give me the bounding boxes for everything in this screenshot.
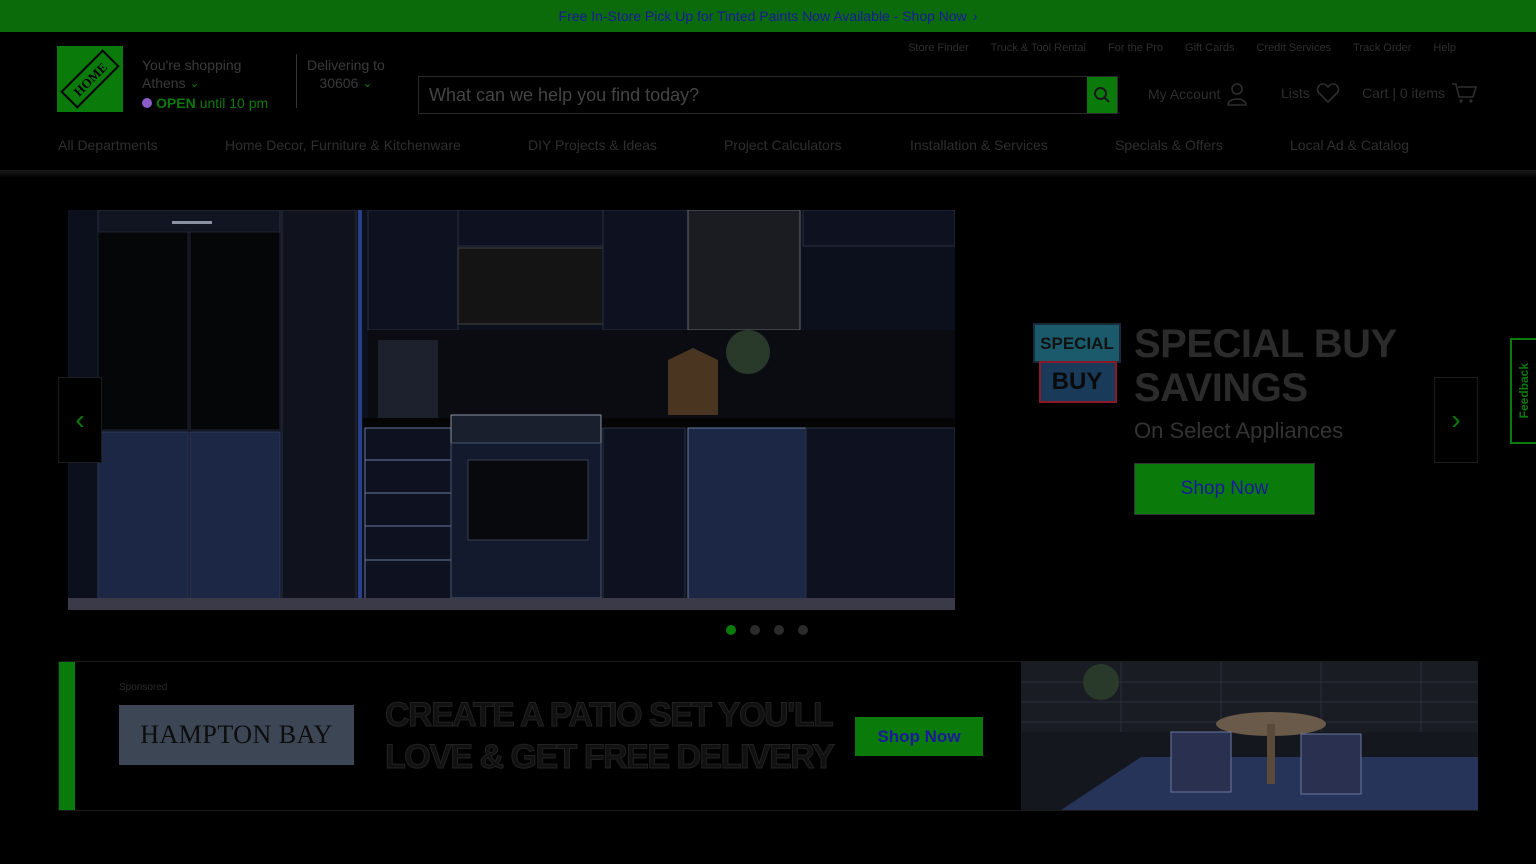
search-button[interactable] bbox=[1087, 77, 1117, 113]
patio-set-image bbox=[1021, 662, 1478, 810]
main-navigation: All Departments Home Decor, Furniture & … bbox=[0, 137, 1536, 173]
banner-accent-stripe bbox=[59, 662, 75, 810]
nav-all-departments[interactable]: All Departments bbox=[58, 137, 158, 153]
cart-button[interactable]: Cart | 0 items bbox=[1362, 82, 1477, 104]
promo-banner: Free In-Store Pick Up for Tinted Paints … bbox=[0, 0, 1536, 32]
home-depot-logo[interactable]: HOME bbox=[57, 46, 123, 112]
utility-links: Store Finder Truck & Tool Rental For the… bbox=[908, 42, 1456, 54]
cart-label: Cart | 0 items bbox=[1362, 85, 1445, 101]
svg-text:SPECIAL: SPECIAL bbox=[1040, 334, 1114, 353]
search-icon bbox=[1094, 87, 1110, 103]
svg-text:BUY: BUY bbox=[1052, 368, 1103, 395]
promo-text: Free In-Store Pick Up for Tinted Paints … bbox=[558, 8, 967, 24]
chevron-right-icon: › bbox=[1451, 404, 1461, 435]
kitchen-appliances-image bbox=[68, 210, 955, 610]
store-label: You're shopping bbox=[142, 57, 242, 73]
carousel-dot[interactable] bbox=[750, 625, 760, 635]
link-gift-cards[interactable]: Gift Cards bbox=[1185, 42, 1235, 54]
lists-label: Lists bbox=[1281, 85, 1310, 101]
header-divider bbox=[296, 54, 297, 108]
store-city: Athens bbox=[142, 75, 186, 91]
carousel-dot[interactable] bbox=[798, 625, 808, 635]
nav-project-calculators[interactable]: Project Calculators bbox=[724, 137, 842, 153]
link-credit-services[interactable]: Credit Services bbox=[1257, 42, 1332, 54]
hero-subtitle: On Select Appliances bbox=[1134, 418, 1344, 443]
nav-specials-offers[interactable]: Specials & Offers bbox=[1115, 137, 1223, 153]
link-for-the-pro[interactable]: For the Pro bbox=[1108, 42, 1163, 54]
carousel-indicators bbox=[726, 625, 808, 635]
carousel-prev-button[interactable]: ‹ bbox=[58, 377, 102, 463]
link-help[interactable]: Help bbox=[1433, 42, 1456, 54]
delivery-zip-selector[interactable]: Delivering to 30606 ⌄ bbox=[307, 56, 385, 92]
delivery-label: Delivering to bbox=[307, 57, 385, 73]
logo-icon: HOME bbox=[57, 46, 123, 112]
chevron-down-icon: ⌄ bbox=[362, 76, 373, 90]
chevron-down-icon: ⌄ bbox=[189, 76, 200, 90]
my-account-button[interactable]: My Account bbox=[1148, 82, 1248, 106]
sponsored-headline: CREATE A PATIO SET YOU'LL LOVE & GET FRE… bbox=[384, 696, 835, 777]
lists-button[interactable]: Lists bbox=[1281, 82, 1340, 104]
sponsored-shop-now-button[interactable]: Shop Now bbox=[855, 717, 983, 756]
account-label: My Account bbox=[1148, 86, 1221, 102]
store-hours: until 10 pm bbox=[199, 95, 269, 111]
sponsored-label: Sponsored bbox=[119, 682, 168, 693]
link-store-finder[interactable]: Store Finder bbox=[908, 42, 969, 54]
store-status: OPEN bbox=[156, 95, 196, 111]
nav-home-decor[interactable]: Home Decor, Furniture & Kitchenware bbox=[225, 137, 461, 153]
link-track-order[interactable]: Track Order bbox=[1353, 42, 1411, 54]
carousel-dot[interactable] bbox=[726, 625, 736, 635]
feedback-tab[interactable]: Feedback bbox=[1510, 338, 1536, 444]
hero-image[interactable] bbox=[68, 210, 955, 610]
link-truck-tool-rental[interactable]: Truck & Tool Rental bbox=[991, 42, 1086, 54]
sponsored-banner[interactable]: Sponsored HAMPTON BAY CREATE A PATIO SET… bbox=[58, 661, 1478, 811]
delivery-zip: 30606 bbox=[319, 75, 359, 91]
special-buy-badge: SPECIAL BUY bbox=[1033, 323, 1121, 403]
carousel-dot[interactable] bbox=[774, 625, 784, 635]
hero-title: SPECIAL BUY SAVINGS bbox=[1134, 322, 1396, 410]
hampton-bay-logo: HAMPTON BAY bbox=[119, 705, 354, 765]
chevron-right-icon: › bbox=[972, 8, 978, 24]
nav-diy-projects[interactable]: DIY Projects & Ideas bbox=[528, 137, 657, 153]
search-bar bbox=[418, 76, 1118, 114]
status-dot-icon bbox=[142, 98, 152, 108]
search-input[interactable] bbox=[419, 77, 1087, 113]
hero-shop-now-button[interactable]: Shop Now bbox=[1134, 463, 1315, 515]
heart-icon bbox=[1316, 83, 1339, 104]
nav-installation-services[interactable]: Installation & Services bbox=[910, 137, 1048, 153]
feedback-label: Feedback bbox=[1517, 363, 1531, 419]
cart-icon bbox=[1452, 83, 1477, 103]
store-selector[interactable]: You're shopping Athens ⌄ OPEN until 10 p… bbox=[142, 56, 268, 112]
carousel-next-button[interactable]: › bbox=[1434, 377, 1478, 463]
nav-local-ad-catalog[interactable]: Local Ad & Catalog bbox=[1290, 137, 1409, 153]
promo-link[interactable]: Free In-Store Pick Up for Tinted Paints … bbox=[559, 8, 978, 24]
chevron-left-icon: ‹ bbox=[75, 404, 85, 435]
nav-shadow bbox=[0, 170, 1536, 178]
user-icon bbox=[1227, 83, 1248, 106]
